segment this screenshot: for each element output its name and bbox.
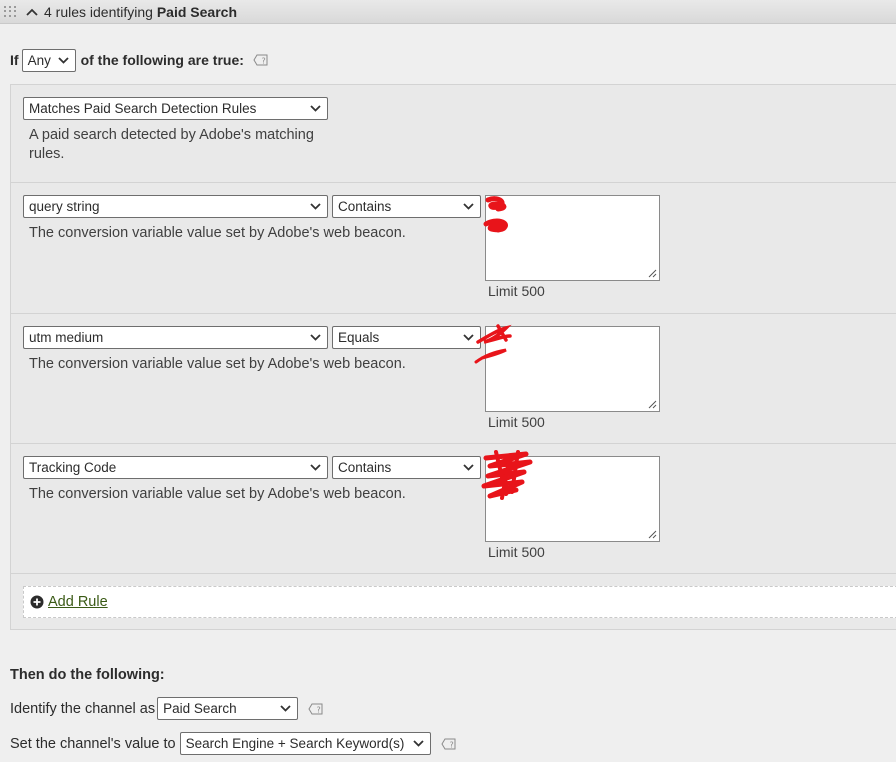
- rule-item: Matches Paid Search Detection Rules A pa…: [11, 85, 896, 183]
- rules-container: Matches Paid Search Detection Rules A pa…: [10, 84, 896, 630]
- channel-select[interactable]: Paid Search: [157, 697, 299, 720]
- chevron-down-icon: [310, 464, 321, 471]
- help-icon[interactable]: ?: [441, 737, 457, 751]
- description-line: A paid search detected by Adobe's matchi…: [29, 127, 314, 143]
- if-label: If: [10, 52, 19, 68]
- rule-item: utm medium Equals The conversion variabl…: [11, 314, 896, 444]
- header-prefix: 4 rules identifying: [44, 3, 153, 20]
- plus-circle-icon[interactable]: [30, 595, 44, 609]
- identify-channel-label: Identify the channel as: [10, 700, 156, 717]
- rule-field-select[interactable]: query string: [23, 195, 328, 218]
- help-icon[interactable]: ?: [308, 702, 324, 716]
- rule-description: A paid search detected by Adobe's matchi…: [29, 126, 314, 164]
- rule-operator-value: Equals: [338, 330, 380, 345]
- chevron-down-icon: [463, 334, 474, 341]
- chevron-down-icon: [280, 705, 291, 712]
- rule-description: The conversion variable value set by Ado…: [29, 225, 406, 241]
- chevron-down-icon: [310, 105, 321, 112]
- svg-text:?: ?: [317, 705, 321, 714]
- rule-field-value: Matches Paid Search Detection Rules: [29, 101, 257, 116]
- chevron-down-icon: [310, 334, 321, 341]
- rule-operator-value: Contains: [338, 199, 392, 214]
- chevron-down-icon: [57, 56, 69, 64]
- chevron-up-icon[interactable]: [26, 6, 38, 18]
- rule-value-textarea[interactable]: [485, 456, 660, 542]
- limit-label: Limit 500: [488, 414, 545, 430]
- match-type-value: Any: [27, 52, 51, 68]
- svg-text:?: ?: [261, 57, 265, 66]
- rule-set-header[interactable]: 4 rules identifying Paid Search: [0, 0, 896, 24]
- add-rule-link[interactable]: Add Rule: [48, 594, 108, 610]
- drag-handle-icon[interactable]: [4, 5, 18, 18]
- chevron-down-icon: [412, 740, 424, 747]
- condition-suffix: of the following are true:: [80, 52, 244, 68]
- rule-operator-value: Contains: [338, 460, 392, 475]
- channel-value: Paid Search: [163, 701, 237, 716]
- chevron-down-icon: [463, 203, 474, 210]
- limit-label: Limit 500: [488, 283, 545, 299]
- channel-value-row: Set the channel's value to Search Engine…: [10, 732, 457, 755]
- match-type-select[interactable]: Any: [21, 48, 76, 72]
- channel-value-label: Set the channel's value to: [10, 735, 176, 752]
- rule-item: Tracking Code Contains The conversion va…: [11, 444, 896, 574]
- rule-value-textarea[interactable]: [485, 326, 660, 412]
- header-title: 4 rules identifying Paid Search: [44, 4, 237, 20]
- help-icon[interactable]: ?: [253, 53, 269, 67]
- rule-description: The conversion variable value set by Ado…: [29, 356, 406, 372]
- description-line: rules.: [29, 146, 65, 162]
- limit-label: Limit 500: [488, 544, 545, 560]
- header-channel: Paid Search: [156, 3, 237, 20]
- chevron-down-icon: [310, 203, 321, 210]
- rule-field-value: Tracking Code: [29, 460, 117, 475]
- rule-operator-select[interactable]: Equals: [332, 326, 481, 349]
- rule-description: The conversion variable value set by Ado…: [29, 486, 406, 502]
- rule-field-select[interactable]: Tracking Code: [23, 456, 328, 479]
- rule-value-textarea[interactable]: [485, 195, 660, 281]
- rule-operator-select[interactable]: Contains: [332, 456, 481, 479]
- then-section-title: Then do the following:: [10, 667, 165, 683]
- rule-field-value: utm medium: [29, 330, 104, 345]
- channel-value-select[interactable]: Search Engine + Search Keyword(s): [179, 732, 431, 755]
- rule-field-value: query string: [29, 199, 100, 214]
- rule-operator-select[interactable]: Contains: [332, 195, 481, 218]
- chevron-down-icon: [463, 464, 474, 471]
- condition-row: If Any of the following are true: ?: [10, 48, 269, 72]
- resize-handle-icon[interactable]: [647, 399, 657, 409]
- svg-text:?: ?: [449, 740, 453, 749]
- add-rule-area: Add Rule: [23, 586, 896, 618]
- channel-value-selected: Search Engine + Search Keyword(s): [185, 736, 405, 751]
- rule-field-select[interactable]: Matches Paid Search Detection Rules: [23, 97, 328, 120]
- identify-channel-row: Identify the channel as Paid Search ?: [10, 697, 324, 720]
- resize-handle-icon[interactable]: [647, 529, 657, 539]
- rule-field-select[interactable]: utm medium: [23, 326, 328, 349]
- resize-handle-icon[interactable]: [647, 268, 657, 278]
- rule-item: query string Contains The conversion var…: [11, 183, 896, 314]
